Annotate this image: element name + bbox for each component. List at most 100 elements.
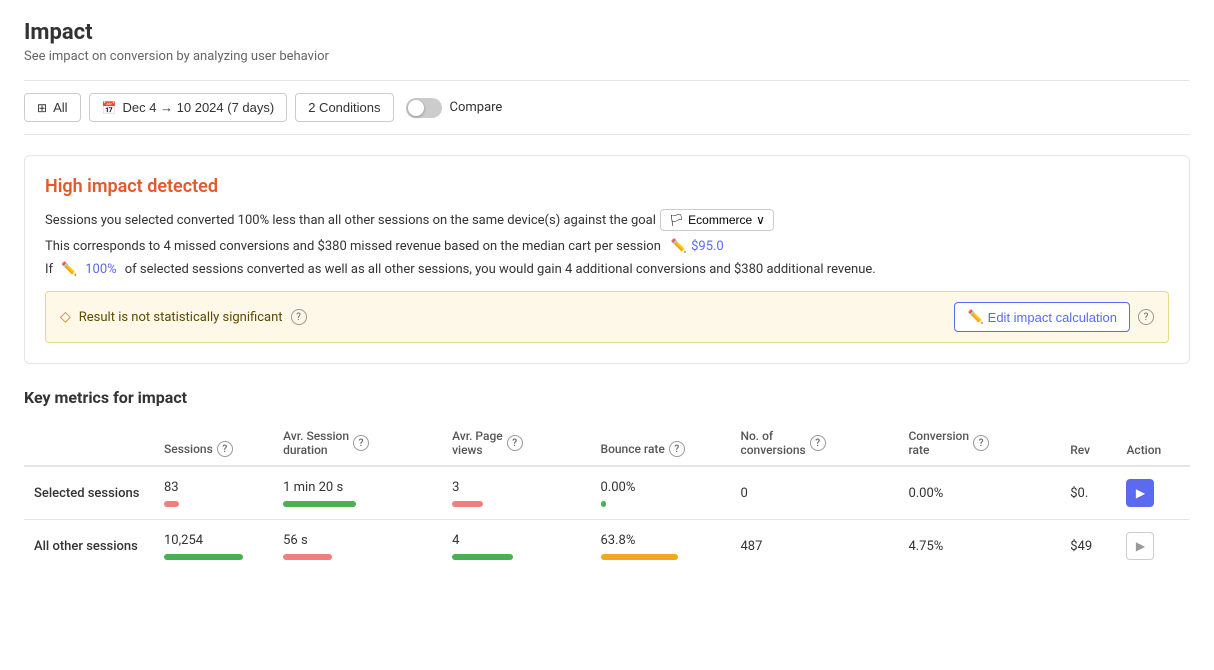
bounce-value-others: 63.8% xyxy=(601,533,721,548)
avr-session-bar-others xyxy=(283,554,332,560)
action-button-others[interactable]: ▶ xyxy=(1126,532,1154,560)
cell-avr-pages-others: 4 xyxy=(442,520,564,573)
sessions-value-others: 10,254 xyxy=(164,533,263,548)
cell-action-others: ▶ xyxy=(1116,520,1190,573)
avr-session-value-selected: 1 min 20 s xyxy=(283,480,405,495)
th-revenue: Rev xyxy=(1060,421,1116,466)
goal-badge-button[interactable]: 🏳 Ecommerce ∨ xyxy=(660,209,774,231)
avr-pages-value-others: 4 xyxy=(452,533,554,548)
cell-revenue-others: $49 xyxy=(1060,520,1116,573)
warning-help-icon[interactable]: ? xyxy=(291,309,307,325)
page-title: Impact xyxy=(24,20,1190,45)
impact-line-1: Sessions you selected converted 100% les… xyxy=(45,209,1169,231)
bounce-value-selected: 0.00% xyxy=(601,480,721,495)
conditions-filter-label: 2 Conditions xyxy=(308,100,380,115)
conversions-help-icon[interactable]: ? xyxy=(810,435,826,451)
compare-toggle[interactable] xyxy=(406,98,442,118)
cell-spacer3-selected xyxy=(872,466,899,520)
cell-conversions-others: 487 xyxy=(730,520,871,573)
th-sessions: Sessions ? xyxy=(154,421,273,466)
th-row-label xyxy=(24,421,154,466)
warning-box: ◇ Result is not statistically significan… xyxy=(45,291,1169,343)
cell-sessions-others: 10,254 xyxy=(154,520,273,573)
avr-pages-help-icon[interactable]: ? xyxy=(507,435,523,451)
conv-rate-value-others: 4.75% xyxy=(908,539,1023,554)
th-spacer1 xyxy=(415,421,442,466)
th-bounce: Bounce rate ? xyxy=(591,421,731,466)
avr-pages-value-selected: 3 xyxy=(452,480,554,495)
avr-pages-bar-selected xyxy=(452,501,482,507)
all-filter-label: All xyxy=(53,100,67,115)
action-col-label: Action xyxy=(1126,443,1161,457)
sessions-bar-others xyxy=(164,554,243,560)
impact-line2-text: This corresponds to 4 missed conversions… xyxy=(45,239,661,254)
cell-spacer1-others xyxy=(415,520,442,573)
bounce-help-icon[interactable]: ? xyxy=(669,441,685,457)
avr-session-help-icon[interactable]: ? xyxy=(353,435,369,451)
goal-label: Ecommerce xyxy=(688,213,752,227)
th-spacer3 xyxy=(872,421,899,466)
th-avr-session: Avr. Sessionduration ? xyxy=(273,421,415,466)
cell-avr-session-others: 56 s xyxy=(273,520,415,573)
cell-bounce-selected: 0.00% xyxy=(591,466,731,520)
cell-avr-pages-selected: 3 xyxy=(442,466,564,520)
if-label: If xyxy=(45,262,53,277)
edit-impact-calc-button[interactable]: ✏️ Edit impact calculation xyxy=(954,302,1130,332)
toggle-knob xyxy=(408,100,424,116)
chevron-down-icon: ∨ xyxy=(756,213,765,227)
grid-icon: ⊞ xyxy=(37,101,47,115)
warning-actions: ✏️ Edit impact calculation ? xyxy=(954,302,1154,332)
sessions-col-label: Sessions xyxy=(164,442,213,456)
compare-toggle-wrap: Compare xyxy=(406,98,503,118)
conversions-value-selected: 0 xyxy=(740,486,861,501)
cell-action-selected: ▶ xyxy=(1116,466,1190,520)
conditions-filter-button[interactable]: 2 Conditions xyxy=(295,93,393,122)
cell-conversions-selected: 0 xyxy=(730,466,871,520)
flag-icon: 🏳 xyxy=(669,213,684,227)
metrics-table: Sessions ? Avr. Sessionduration ? Avr xyxy=(24,421,1190,572)
warning-text: Result is not statistically significant xyxy=(79,310,283,325)
cell-bounce-others: 63.8% xyxy=(591,520,731,573)
th-action: Action xyxy=(1116,421,1190,466)
sessions-help-icon[interactable]: ? xyxy=(217,441,233,457)
cell-avr-session-selected: 1 min 20 s xyxy=(273,466,415,520)
conv-rate-col-label: Conversionrate xyxy=(908,429,969,457)
revenue-col-label: Rev xyxy=(1070,443,1090,457)
impact-line1-text: Sessions you selected converted 100% les… xyxy=(45,213,656,228)
avr-session-value-others: 56 s xyxy=(283,533,405,548)
impact-line-2: This corresponds to 4 missed conversions… xyxy=(45,239,1169,254)
cell-spacer1-selected xyxy=(415,466,442,520)
conversions-value-others: 487 xyxy=(740,539,861,554)
date-filter-button[interactable]: 📅 Dec 4 → 10 2024 (7 days) xyxy=(89,93,288,122)
cell-spacer2-selected xyxy=(564,466,591,520)
impact-card: High impact detected Sessions you select… xyxy=(24,155,1190,364)
avr-session-col-label: Avr. Sessionduration xyxy=(283,429,349,457)
all-filter-button[interactable]: ⊞ All xyxy=(24,93,81,122)
cell-conv-rate-selected: 0.00% xyxy=(898,466,1033,520)
bounce-col-label: Bounce rate xyxy=(601,442,665,456)
bounce-bar-selected xyxy=(601,501,607,507)
calc-help-icon[interactable]: ? xyxy=(1138,309,1154,325)
bounce-bar-others xyxy=(601,554,679,560)
cell-revenue-selected: $0. xyxy=(1060,466,1116,520)
percentage-link[interactable]: 100% xyxy=(85,262,116,277)
action-button-selected[interactable]: ▶ xyxy=(1126,479,1154,507)
avr-session-bar-selected xyxy=(283,501,356,507)
calendar-icon: 📅 xyxy=(102,101,117,115)
sessions-bar-selected xyxy=(164,501,179,507)
cell-sessions-selected: 83 xyxy=(154,466,273,520)
date-filter-label: Dec 4 → 10 2024 (7 days) xyxy=(122,100,274,115)
conv-rate-help-icon[interactable]: ? xyxy=(973,435,989,451)
cell-spacer4-selected xyxy=(1033,466,1060,520)
avr-pages-bar-others xyxy=(452,554,513,560)
avr-pages-col-label: Avr. Pageviews xyxy=(452,429,503,457)
revenue-edit-link[interactable]: $95.0 xyxy=(691,239,724,254)
cell-spacer4-others xyxy=(1033,520,1060,573)
metrics-title: Key metrics for impact xyxy=(24,388,1190,407)
table-row: All other sessions 10,254 56 s 4 xyxy=(24,520,1190,573)
filter-bar: ⊞ All 📅 Dec 4 → 10 2024 (7 days) 2 Condi… xyxy=(24,80,1190,135)
cell-conv-rate-others: 4.75% xyxy=(898,520,1033,573)
th-conv-rate: Conversionrate ? xyxy=(898,421,1033,466)
th-avr-pages: Avr. Pageviews ? xyxy=(442,421,564,466)
row-label-others: All other sessions xyxy=(24,520,154,573)
